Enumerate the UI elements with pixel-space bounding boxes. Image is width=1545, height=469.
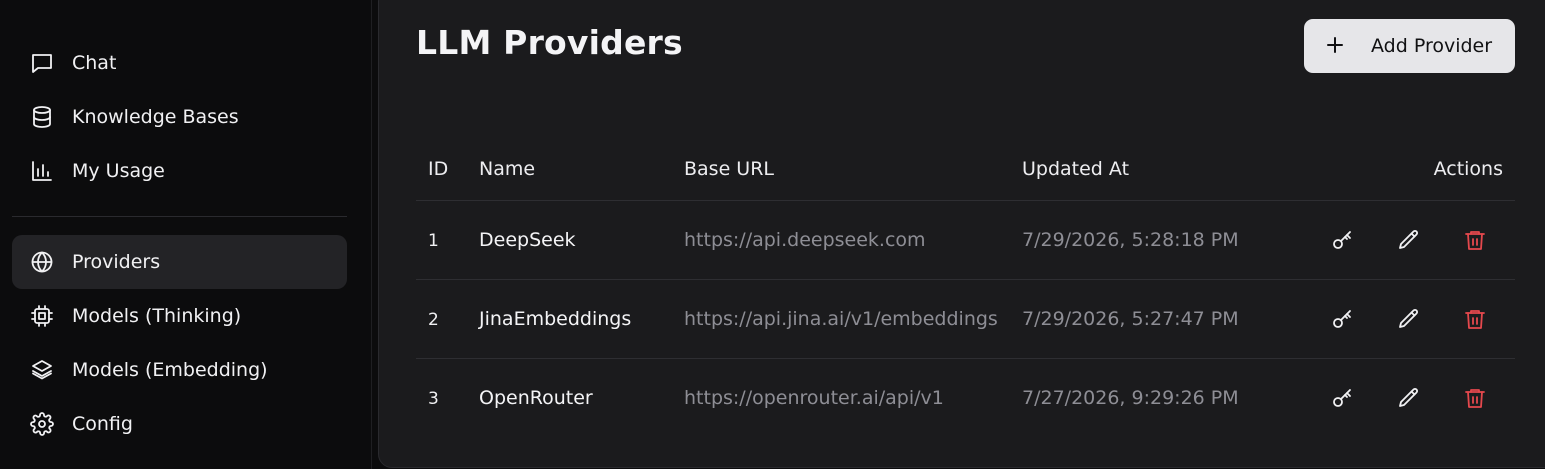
column-header-base-url: Base URL [684,158,774,180]
cell-updated-at: 7/29/2026, 5:28:18 PM [1022,229,1239,251]
delete-button[interactable] [1462,227,1488,253]
chat-icon [30,51,54,75]
sidebar-item-knowledge-bases[interactable]: Knowledge Bases [12,90,347,144]
trash-icon [1465,231,1485,250]
bar-chart-icon [30,159,54,183]
cell-name: DeepSeek [479,229,576,251]
api-key-button[interactable] [1330,227,1356,253]
cpu-icon [30,304,54,328]
column-header-name: Name [479,158,536,180]
cell-base-url: https://api.deepseek.com [684,229,926,251]
sidebar-divider [12,216,347,217]
api-key-button[interactable] [1330,385,1356,411]
main-panel: LLM Providers Add Provider ID Name Base … [378,0,1545,468]
sidebar-item-label: Knowledge Bases [72,106,239,128]
sidebar-item-label: Providers [72,251,161,273]
globe-icon [30,250,54,274]
sidebar-item-chat[interactable]: Chat [12,36,347,90]
add-provider-label: Add Provider [1371,35,1493,57]
sidebar-item-my-usage[interactable]: My Usage [12,144,347,198]
table-row: 2 JinaEmbeddings https://api.jina.ai/v1/… [416,280,1515,359]
providers-table: ID Name Base URL Updated At Actions 1 De… [416,144,1515,437]
app-window: Chat Knowledge Bases My Usage Providers [0,0,1545,469]
cell-updated-at: 7/29/2026, 5:27:47 PM [1022,308,1239,330]
gear-icon [30,412,54,436]
sidebar: Chat Knowledge Bases My Usage Providers [0,0,372,469]
sidebar-item-label: Config [72,413,133,435]
cell-id: 2 [428,310,439,330]
api-key-button[interactable] [1330,306,1356,332]
trash-icon [1465,310,1485,329]
edit-button[interactable] [1396,306,1422,332]
column-header-updated-at: Updated At [1022,158,1130,180]
page-title: LLM Providers [416,23,683,62]
sidebar-item-label: Models (Embedding) [72,359,268,381]
table-row: 3 OpenRouter https://openrouter.ai/api/v… [416,359,1515,437]
cell-id: 3 [428,389,439,409]
pencil-icon [1399,309,1418,328]
table-row: 1 DeepSeek https://api.deepseek.com 7/29… [416,201,1515,280]
key-icon [1333,231,1351,249]
column-header-id: ID [428,158,449,180]
trash-icon [1465,389,1485,408]
sidebar-item-label: Models (Thinking) [72,305,242,327]
add-provider-button[interactable]: Add Provider [1304,19,1515,73]
database-icon [30,105,54,129]
key-icon [1333,310,1351,328]
sidebar-item-label: Chat [72,52,117,74]
pencil-icon [1399,230,1418,249]
table-header: ID Name Base URL Updated At Actions [416,144,1515,201]
pencil-icon [1399,388,1418,407]
key-icon [1333,389,1351,407]
column-header-actions: Actions [1433,158,1503,180]
cell-base-url: https://api.jina.ai/v1/embeddings [684,308,998,330]
sidebar-item-models-thinking[interactable]: Models (Thinking) [12,289,347,343]
plus-icon [1327,37,1343,53]
sidebar-item-config[interactable]: Config [12,397,347,451]
delete-button[interactable] [1462,306,1488,332]
cell-name: OpenRouter [479,387,593,409]
layers-icon [30,358,54,382]
sidebar-item-label: My Usage [72,160,165,182]
delete-button[interactable] [1462,385,1488,411]
edit-button[interactable] [1396,227,1422,253]
sidebar-item-providers[interactable]: Providers [12,235,347,289]
cell-updated-at: 7/27/2026, 9:29:26 PM [1022,387,1239,409]
sidebar-item-models-embedding[interactable]: Models (Embedding) [12,343,347,397]
cell-base-url: https://openrouter.ai/api/v1 [684,387,944,409]
cell-name: JinaEmbeddings [479,308,632,330]
cell-id: 1 [428,231,439,251]
edit-button[interactable] [1396,385,1422,411]
